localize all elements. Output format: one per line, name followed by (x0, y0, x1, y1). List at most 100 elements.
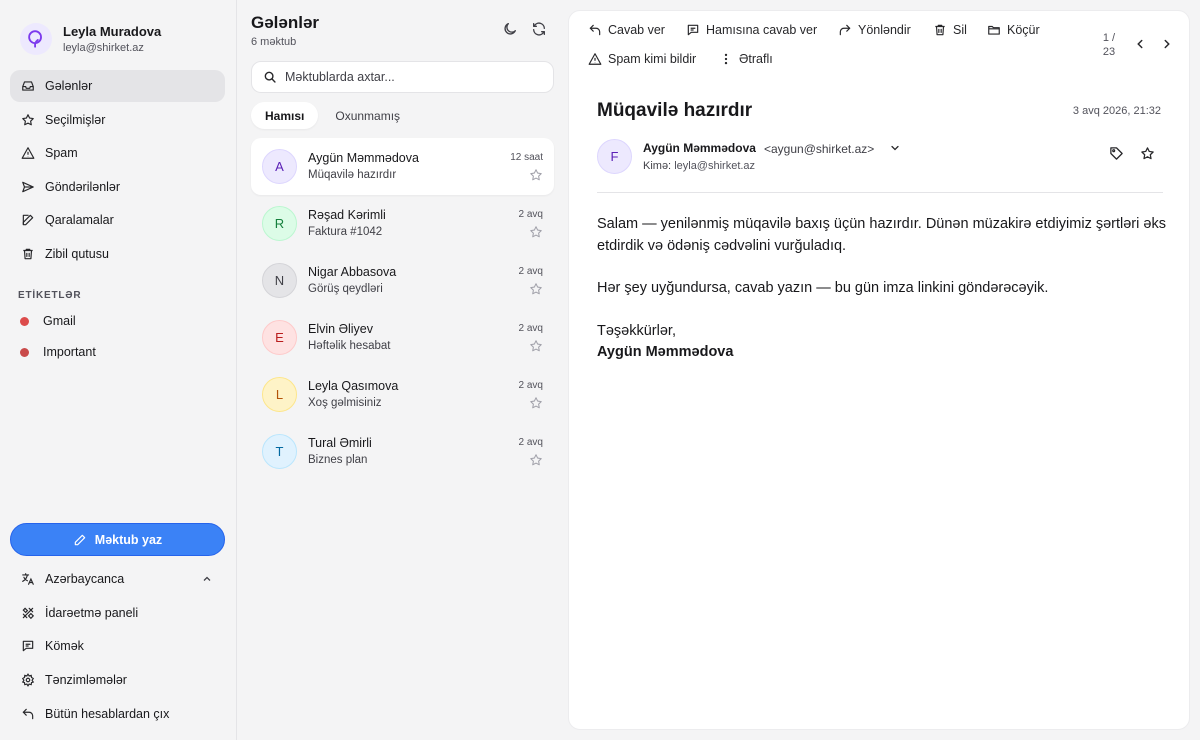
label-item-gmail[interactable]: Gmail (10, 307, 225, 335)
recipient-email: leyla@shirket.az (674, 160, 756, 172)
mail-time: 2 avq (518, 437, 543, 448)
folder-nav: Gələnlər Seçilmişlər Spam Göndərilənlər … (10, 70, 225, 272)
folder-icon (988, 25, 1000, 35)
report-spam-button[interactable]: Spam kimi bildir (588, 52, 696, 66)
mail-subject: Faktura #1042 (308, 226, 383, 238)
label-color-dot (20, 316, 29, 326)
recipient-line: Kimə: leyla@shirket.az (643, 160, 755, 172)
refresh-icon[interactable] (531, 21, 547, 37)
pager-text: 1 / 23 (1102, 32, 1116, 58)
list-item[interactable]: N Nigar Abbasova Görüş qeydləri 2 avq (251, 252, 554, 309)
mail-time: 2 avq (518, 266, 543, 277)
mail-subject: Müqavilə hazırdır (308, 169, 397, 181)
search-box (251, 61, 554, 93)
language-selector[interactable]: Azərbaycanca (10, 563, 225, 595)
forward-icon (839, 24, 851, 36)
mail-list: A Aygün Məmmədova Müqavilə hazırdır 12 saat… (251, 138, 554, 480)
star-icon[interactable] (529, 339, 543, 353)
move-label: Köçür (1007, 23, 1040, 37)
search-input[interactable] (285, 70, 545, 84)
mail-sender: Rəşad Kərimli (308, 208, 386, 222)
labels-heading: ETİKETLƏR (18, 290, 82, 301)
trash-icon (935, 24, 945, 36)
avatar: L (262, 377, 297, 412)
sidebar-item-starred[interactable]: Seçilmişlər (10, 104, 225, 136)
tools-icon (22, 607, 35, 619)
header-divider (597, 192, 1163, 193)
sidebar-item-help[interactable]: Kömək (10, 630, 225, 662)
more-vertical-icon (724, 53, 728, 65)
message-signature: Aygün Məmmədova (597, 344, 734, 360)
compose-button[interactable]: Məktub yaz (10, 523, 225, 556)
sender-email: <aygun@shirket.az> (764, 142, 875, 156)
more-label: Ətraflı (739, 52, 773, 66)
mail-list-pane: Gələnlər 6 məktub Hamısı Oxunmamış A Aygü… (237, 0, 568, 740)
star-icon[interactable] (529, 168, 543, 182)
star-icon (22, 113, 34, 125)
delete-button[interactable]: Sil (933, 23, 967, 37)
message-body-paragraph: Salam — yenilənmiş müqavilə baxış üçün h… (597, 216, 1166, 254)
sidebar-item-label: Spam (45, 146, 78, 161)
avatar: R (262, 206, 297, 241)
send-icon (22, 181, 34, 193)
avatar: N (262, 263, 297, 298)
label-item-important[interactable]: Important (10, 338, 225, 366)
moon-icon[interactable] (502, 21, 518, 37)
sidebar-item-inbox[interactable]: Gələnlər (10, 70, 225, 102)
avatar: T (262, 434, 297, 469)
message-subject: Müqavilə hazırdır (597, 100, 753, 121)
sidebar-item-drafts[interactable]: Qaralamalar (10, 204, 225, 236)
reply-all-button[interactable]: Hamısına cavab ver (686, 23, 817, 37)
sidebar-item-trash[interactable]: Zibil qutusu (10, 238, 225, 270)
list-item[interactable]: A Aygün Məmmədova Müqavilə hazırdır 12 saat (251, 138, 554, 195)
sidebar-item-sent[interactable]: Göndərilənlər (10, 171, 225, 203)
star-icon[interactable] (529, 396, 543, 410)
app-logo-icon (20, 23, 52, 55)
reply-button[interactable]: Cavab ver (588, 23, 665, 37)
star-icon[interactable] (529, 225, 543, 239)
sidebar-item-label: Kömək (45, 639, 84, 654)
sign-out-all-button[interactable]: Bütün hesablardan çıx (10, 698, 225, 730)
reply-icon (589, 24, 601, 36)
account-switcher[interactable]: Leyla Muradova leyla@shirket.az (0, 0, 236, 62)
sidebar-item-settings[interactable]: Tənzimləmələr (10, 664, 225, 696)
chevron-down-icon[interactable] (889, 142, 901, 154)
star-icon[interactable] (1140, 146, 1155, 161)
pencil-icon (74, 534, 86, 545)
star-icon[interactable] (529, 453, 543, 467)
help-chat-icon (22, 641, 34, 652)
mail-sender: Leyla Qasımova (308, 379, 399, 393)
message-count: 6 məktub (251, 36, 297, 48)
forward-button[interactable]: Yönləndir (838, 23, 911, 37)
move-button[interactable]: Köçür (987, 23, 1040, 37)
message-closing: Təşəkkürlər, (597, 323, 676, 339)
tag-icon[interactable] (1109, 146, 1124, 161)
chevron-right-icon[interactable] (1160, 37, 1174, 51)
message-date: 3 avq 2026, 21:32 (1072, 105, 1161, 117)
chat-bubble-icon (687, 24, 699, 36)
alert-triangle-icon (588, 53, 602, 65)
mail-time: 2 avq (518, 380, 543, 391)
delete-label: Sil (953, 23, 967, 37)
list-title: Gələnlər (251, 13, 320, 32)
sidebar-item-dashboard[interactable]: İdarəetmə paneli (10, 597, 225, 629)
more-button[interactable]: Ətraflı (719, 52, 773, 66)
forward-label: Yönləndir (858, 23, 911, 37)
list-item[interactable]: R Rəşad Kərimli Faktura #1042 2 avq (251, 195, 554, 252)
tab-all[interactable]: Hamısı (251, 102, 319, 129)
language-icon (22, 573, 34, 585)
avatar: A (262, 149, 297, 184)
mail-time: 2 avq (518, 323, 543, 334)
star-icon[interactable] (529, 282, 543, 296)
mail-sender: Nigar Abbasova (308, 265, 397, 279)
sidebar-item-spam[interactable]: Spam (10, 137, 225, 169)
sidebar-item-label: Tənzimləmələr (45, 673, 127, 688)
mail-subject: Biznes plan (308, 454, 368, 466)
chevron-left-icon[interactable] (1133, 37, 1147, 51)
list-item[interactable]: T Tural Əmirli Biznes plan 2 avq (251, 423, 554, 480)
mail-time: 12 saat (510, 152, 543, 163)
filter-tabs: Hamısı Oxunmamış (251, 102, 417, 129)
list-item[interactable]: E Elvin Əliyev Həftəlik hesabat 2 avq (251, 309, 554, 366)
tab-unread[interactable]: Oxunmamış (321, 102, 414, 129)
list-item[interactable]: L Leyla Qasımova Xoş gəlmisiniz 2 avq (251, 366, 554, 423)
